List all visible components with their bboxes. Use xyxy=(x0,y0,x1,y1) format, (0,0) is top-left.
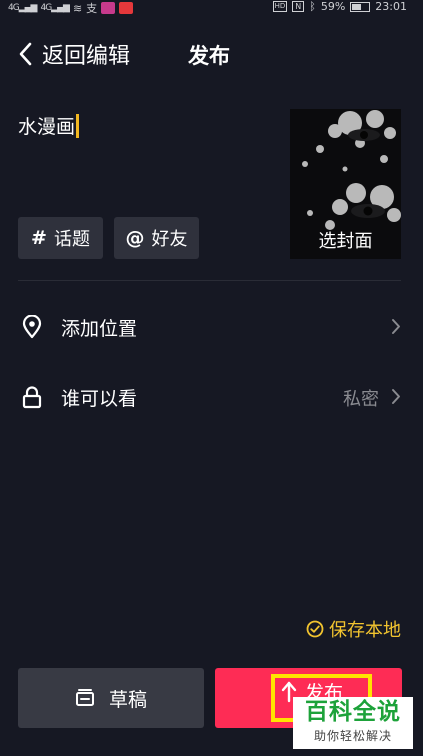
cover-label: 选封面 xyxy=(318,231,373,252)
header: 返回编辑 发布 xyxy=(0,36,423,76)
nfc-icon: N xyxy=(292,1,305,12)
add-location-row[interactable]: 添加位置 xyxy=(0,302,423,352)
watermark-logo: 百科全说 助你轻松解决 xyxy=(293,697,413,749)
save-local-label: 保存本地 xyxy=(329,620,401,641)
description-input[interactable]: 水漫画 xyxy=(18,112,80,139)
draft-label: 草稿 xyxy=(108,688,147,711)
back-button[interactable]: 返回编辑 xyxy=(18,38,130,70)
add-location-label: 添加位置 xyxy=(61,318,138,340)
hashtag-icon: # xyxy=(31,227,47,249)
battery-percent: 59% xyxy=(320,0,346,13)
at-icon: @ xyxy=(125,227,145,249)
visibility-label: 谁可以看 xyxy=(61,388,138,410)
wifi-icon: ≋ xyxy=(72,1,83,15)
page-title: 发布 xyxy=(188,44,230,68)
signal-icon-2: 4G▂▄▆ xyxy=(40,3,69,13)
mention-friends-button[interactable]: @ 好友 xyxy=(114,217,199,259)
watermark-title: 百科全说 xyxy=(305,699,401,725)
text-cursor xyxy=(76,113,80,138)
cover-selector[interactable]: 选封面 xyxy=(290,109,401,259)
watermark-subtitle: 助你轻松解决 xyxy=(313,729,392,743)
hd-badge: HD xyxy=(272,1,288,12)
lock-icon xyxy=(22,386,42,409)
draft-box-icon xyxy=(75,689,94,706)
topic-button[interactable]: # 话题 xyxy=(18,217,103,259)
friends-label: 好友 xyxy=(151,229,188,250)
location-pin-icon xyxy=(22,315,42,339)
status-time: 23:01 xyxy=(375,0,407,13)
topic-label: 话题 xyxy=(53,229,90,250)
draft-button[interactable]: 草稿 xyxy=(18,668,204,728)
status-bar: 4G▂▄▆ 4G▂▄▆ ≋ 支 HD N ᛒ 59% 23:01 xyxy=(0,0,423,15)
app-notification-icon xyxy=(101,2,116,14)
battery-icon xyxy=(350,1,371,12)
chevron-right-icon xyxy=(392,319,400,334)
alipay-icon: 支 xyxy=(86,2,98,15)
save-local-toggle[interactable]: 保存本地 xyxy=(306,616,401,642)
back-label: 返回编辑 xyxy=(42,44,131,69)
chevron-left-icon xyxy=(19,42,32,66)
visibility-value: 私密 xyxy=(343,389,379,410)
visibility-row[interactable]: 谁可以看 私密 xyxy=(0,372,423,422)
bluetooth-icon: ᛒ xyxy=(309,0,316,13)
check-circle-icon xyxy=(306,620,324,638)
video-app-notification-icon xyxy=(119,2,134,14)
chevron-right-icon xyxy=(392,389,400,404)
signal-icon: 4G▂▄▆ xyxy=(8,3,37,13)
divider xyxy=(18,280,401,281)
description-text: 水漫画 xyxy=(18,116,76,138)
